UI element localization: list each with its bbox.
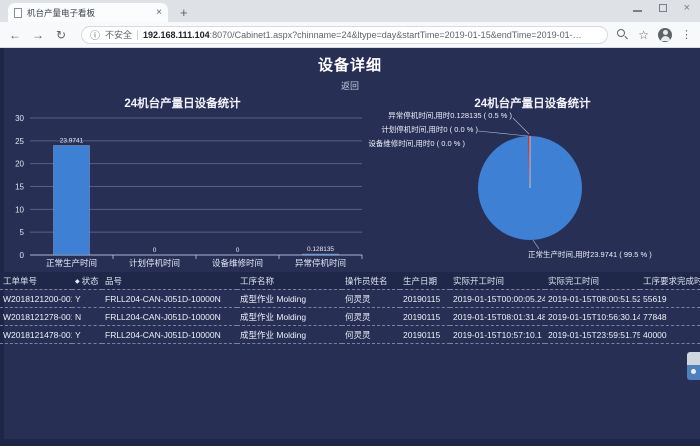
svg-text:异常停机时间: 异常停机时间 (295, 258, 346, 268)
svg-text:10: 10 (15, 205, 24, 214)
svg-text:0.128135: 0.128135 (307, 246, 334, 253)
svg-text:25: 25 (15, 137, 24, 146)
column-header-0[interactable]: 工单单号 (0, 272, 72, 290)
table-cell-1: Y (72, 290, 102, 308)
zoom-handle (624, 35, 628, 39)
table-cell-4: 何灵灵 (342, 326, 400, 344)
browser-tab[interactable]: 机台产量电子看板 × (8, 3, 168, 22)
table-cell-0: W2018121278-001 (0, 308, 72, 326)
profile-avatar-icon[interactable] (658, 28, 672, 42)
table-cell-6: 2019-01-15T00:00:05.24 (450, 290, 545, 308)
new-tab-button[interactable]: + (180, 5, 188, 22)
pie-label-maintenance: 设备维修时间,用时0 ( 0.0 % ) (330, 138, 465, 149)
table-row[interactable]: W2018121200-001YFRLL204-CAN-J051D-10000N… (0, 290, 700, 308)
pie-label-normal-production: 正常生产时间,用时23.9741 ( 99.5 % ) (528, 249, 652, 260)
table-row[interactable]: W2018121278-001NFRLL204-CAN-J051D-10000N… (0, 308, 700, 326)
sort-icon[interactable]: ◆ (75, 279, 80, 285)
security-label: 不安全 (105, 28, 132, 41)
bookmark-star-icon[interactable]: ☆ (638, 28, 649, 42)
restore-icon[interactable] (659, 4, 667, 12)
browser-window: 机台产量电子看板 × + × ← → ↻ ⓘ 不安全 192.168.111.1… (0, 0, 700, 446)
column-header-7[interactable]: 实际完工时间 (545, 272, 640, 290)
table-header-row: 工单单号◆状态品号工序名称操作员姓名生产日期实际开工时间实际完工时间工序要求完成… (0, 272, 700, 290)
svg-text:计划停机时间: 计划停机时间 (129, 258, 180, 268)
address-bar[interactable]: ⓘ 不安全 192.168.111.104:8070/Cabinet1.aspx… (81, 26, 608, 44)
table-cell-7: 2019-01-15T08:00:51.52 (545, 290, 640, 308)
table-row[interactable]: W2018121478-001YFRLL204-CAN-J051D-10000N… (0, 326, 700, 344)
column-header-1[interactable]: ◆状态 (72, 272, 102, 290)
page-icon (14, 8, 22, 18)
svg-text:设备维修时间: 设备维修时间 (212, 258, 263, 268)
tab-strip: 机台产量电子看板 × + × (0, 0, 700, 22)
svg-text:5: 5 (20, 228, 25, 237)
table-cell-3: 成型作业 Molding (237, 326, 342, 344)
minimize-icon[interactable] (633, 10, 642, 12)
table-cell-3: 成型作业 Molding (237, 290, 342, 308)
svg-text:正常生产时间: 正常生产时间 (46, 258, 97, 268)
table-cell-3: 成型作业 Molding (237, 308, 342, 326)
column-header-3[interactable]: 工序名称 (237, 272, 342, 290)
svg-text:15: 15 (15, 183, 24, 192)
tab-title: 机台产量电子看板 (27, 7, 151, 19)
table-cell-0: W2018121478-001 (0, 326, 72, 344)
table-cell-2: FRLL204-CAN-J051D-10000N (102, 290, 237, 308)
svg-text:0: 0 (20, 251, 25, 260)
column-header-4[interactable]: 操作员姓名 (342, 272, 400, 290)
floating-widget-dot (691, 369, 696, 374)
table-cell-4: 何灵灵 (342, 308, 400, 326)
page-title: 设备详细 (0, 54, 700, 75)
table-cell-8: 40000 (640, 326, 700, 344)
url-host: 192.168.111.104 (143, 30, 210, 40)
table-cell-6: 2019-01-15T10:57:10.1 (450, 326, 545, 344)
browser-menu-icon[interactable]: ⋮ (681, 28, 692, 41)
table-cell-8: 77848 (640, 308, 700, 326)
column-header-2[interactable]: 品号 (102, 272, 237, 290)
pie-label-planned-stop: 计划停机时间,用时0 ( 0.0 % ) (340, 124, 478, 135)
address-divider (137, 30, 138, 40)
table-cell-0: W2018121200-001 (0, 290, 72, 308)
table-cell-2: FRLL204-CAN-J051D-10000N (102, 308, 237, 326)
close-tab-icon[interactable]: × (156, 7, 162, 18)
table-cell-5: 20190115 (400, 326, 450, 344)
back-link[interactable]: 返回 (0, 79, 700, 92)
column-header-5[interactable]: 生产日期 (400, 272, 450, 290)
browser-toolbar: ← → ↻ ⓘ 不安全 192.168.111.104:8070/Cabinet… (0, 22, 700, 48)
column-header-6[interactable]: 实际开工时间 (450, 272, 545, 290)
svg-text:23.9741: 23.9741 (60, 138, 84, 145)
window-controls: × (633, 3, 690, 13)
forward-icon[interactable]: → (31, 28, 45, 42)
table-cell-2: FRLL204-CAN-J051D-10000N (102, 326, 237, 344)
bar-chart: 0 5 10 15 20 25 30 23.9741 正常生产时间 0 计划停机时间 0 设备维修时间 0… (0, 92, 365, 277)
floating-widget-top (687, 352, 700, 365)
floating-widget-icon[interactable] (687, 352, 700, 380)
svg-text:30: 30 (15, 114, 24, 123)
svg-text:0: 0 (236, 247, 240, 254)
avatar-head (663, 30, 668, 35)
table-cell-1: N (72, 308, 102, 326)
back-icon[interactable]: ← (8, 28, 22, 42)
floating-widget-bottom (687, 365, 700, 380)
table-cell-4: 何灵灵 (342, 290, 400, 308)
info-icon[interactable]: ⓘ (90, 27, 100, 42)
reload-icon[interactable]: ↻ (54, 28, 68, 42)
url-text: 192.168.111.104:8070/Cabinet1.aspx?chinn… (143, 30, 582, 40)
zoom-icon[interactable] (617, 29, 629, 41)
table-cell-8: 55619 (640, 290, 700, 308)
work-order-table: 工单单号◆状态品号工序名称操作员姓名生产日期实际开工时间实际完工时间工序要求完成… (0, 272, 700, 344)
close-window-icon[interactable]: × (684, 3, 690, 13)
column-header-8[interactable]: 工序要求完成时间 (640, 272, 700, 290)
pie-label-abnormal-stop: 异常停机时间,用时0.128135 ( 0.5 % ) (360, 110, 512, 121)
page-bottom-strip (0, 439, 700, 446)
url-path: :8070/Cabinet1.aspx?chinname=24&ltype=da… (210, 30, 582, 40)
table-cell-7: 2019-01-15T10:56:30.14 (545, 308, 640, 326)
avatar-body (661, 36, 670, 41)
table-cell-1: Y (72, 326, 102, 344)
table-cell-5: 20190115 (400, 308, 450, 326)
svg-text:20: 20 (15, 160, 24, 169)
table-cell-7: 2019-01-15T23:59:51.75 (545, 326, 640, 344)
svg-text:0: 0 (153, 247, 157, 254)
dashboard-page: 设备详细 返回 24机台产量日设备统计 05101520253023.9741正… (0, 48, 700, 446)
table-cell-6: 2019-01-15T08:01:31.48 (450, 308, 545, 326)
table-cell-5: 20190115 (400, 290, 450, 308)
